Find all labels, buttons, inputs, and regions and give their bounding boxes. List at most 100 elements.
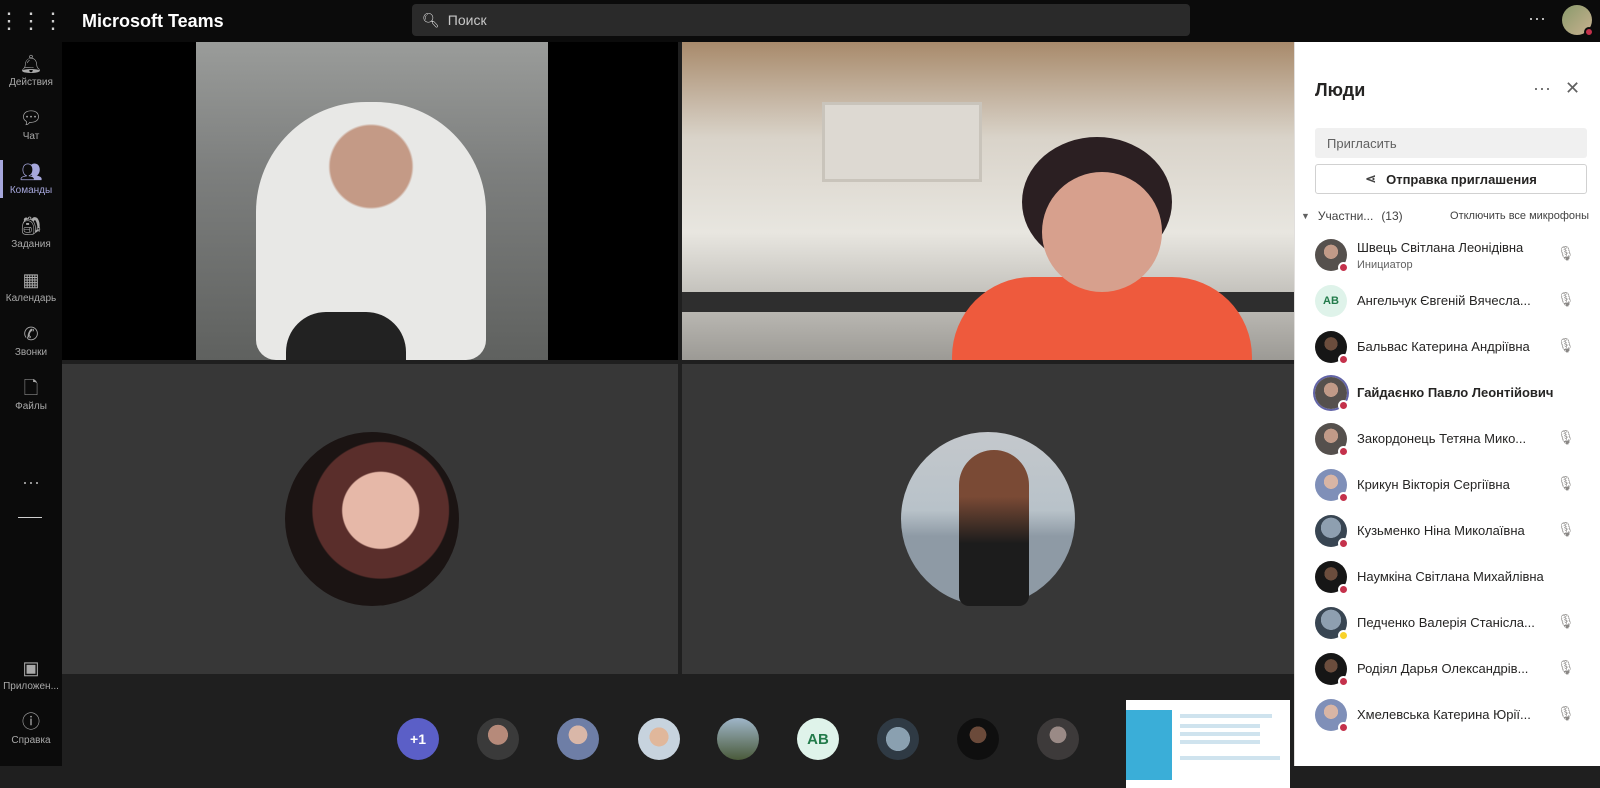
invite-input[interactable]: Пригласить <box>1315 128 1587 158</box>
participant-row[interactable]: Кузьменко Ніна Миколаївна 🎙︎ <box>1295 508 1600 554</box>
mic-off-icon[interactable]: 🎙︎ <box>1557 613 1575 630</box>
participant-tile[interactable] <box>62 364 678 674</box>
slide-text-line <box>1180 724 1260 728</box>
chat-icon: 💬︎ <box>19 108 43 128</box>
mic-off-icon[interactable]: 🎙︎ <box>1557 475 1575 492</box>
presence-busy-icon <box>1338 262 1349 273</box>
rail-item-apps[interactable]: ▣ Приложен... <box>0 648 62 702</box>
participant-name: Швець Світлана Леонідівна <box>1357 240 1524 255</box>
participant-chip[interactable] <box>957 718 999 760</box>
app-title: Microsoft Teams <box>82 10 224 31</box>
rail-item-calls[interactable]: ✆ Звонки <box>0 314 62 368</box>
rail-item-label: Звонки <box>14 347 48 358</box>
participant-row[interactable]: Родіял Дарья Олександрів... 🎙︎ <box>1295 646 1600 692</box>
help-icon: ⓘ <box>22 712 40 732</box>
search-input[interactable]: 🔍︎ Поиск <box>412 4 1190 36</box>
avatar <box>1315 515 1349 549</box>
participant-row[interactable]: AB Ангельчук Євгеній Вячесла... 🎙︎ <box>1295 278 1600 324</box>
presence-busy-icon <box>1338 446 1349 457</box>
close-icon[interactable]: ✕ <box>1565 78 1580 99</box>
participant-name: Ангельчук Євгеній Вячесла... <box>1357 293 1531 308</box>
participant-name: Бальвас Катерина Андріївна <box>1357 339 1530 354</box>
rail-item-label: Справка <box>11 735 51 746</box>
video-tile[interactable] <box>62 42 678 360</box>
presence-busy-icon <box>1338 538 1349 549</box>
participant-list: Швець Світлана Леонідівна Инициатор 🎙︎ A… <box>1295 232 1600 738</box>
avatar <box>1315 561 1349 595</box>
video-feed <box>196 42 548 360</box>
participant-row[interactable]: Бальвас Катерина Андріївна 🎙︎ <box>1295 324 1600 370</box>
participant-chip[interactable] <box>557 718 599 760</box>
shared-content-thumbnail[interactable] <box>1126 700 1290 788</box>
slide-text-line <box>1180 740 1260 744</box>
chevron-down-icon: ▼ <box>1301 211 1310 221</box>
more-options-icon[interactable]: ··· <box>1533 78 1551 99</box>
send-invite-button[interactable]: ⋖ Отправка приглашения <box>1315 164 1587 194</box>
participant-row[interactable]: Гайдаєнко Павло Леонтійович <box>1295 370 1600 416</box>
participant-chip[interactable] <box>477 718 519 760</box>
rail-item-help[interactable]: ⓘ Справка <box>0 702 62 756</box>
assignments-icon: 🎒︎ <box>19 216 43 236</box>
app-launcher-icon[interactable]: ⋮⋮⋮ <box>0 0 64 42</box>
participant-name: Закордонець Тетяна Мико... <box>1357 431 1527 446</box>
avatar <box>1315 469 1349 503</box>
rail-item-label: Задания <box>11 239 51 250</box>
rail-item-label: Команды <box>9 185 53 196</box>
rail-divider <box>18 517 42 518</box>
avatar <box>1315 331 1349 365</box>
participant-row[interactable]: Крикун Вікторія Сергіївна 🎙︎ <box>1295 462 1600 508</box>
presence-away-icon <box>1338 630 1349 641</box>
rail-item-label: Приложен... <box>3 681 59 692</box>
rail-item-activity[interactable]: 🔔︎ Действия <box>0 44 62 98</box>
participant-chip[interactable] <box>638 718 680 760</box>
rail-item-teams[interactable]: 👥︎ Команды <box>0 152 62 206</box>
mic-off-icon[interactable]: 🎙︎ <box>1557 245 1575 262</box>
mic-off-icon[interactable]: 🎙︎ <box>1557 705 1575 722</box>
mic-off-icon[interactable]: 🎙︎ <box>1557 659 1575 676</box>
profile-avatar[interactable] <box>1562 5 1594 37</box>
participant-role: Инициатор <box>1357 259 1413 271</box>
presence-busy-icon <box>1338 354 1349 365</box>
presence-busy-icon <box>1338 676 1349 687</box>
presence-busy-icon <box>1584 27 1594 37</box>
mic-off-icon[interactable]: 🎙︎ <box>1557 521 1575 538</box>
meeting-stage: +1 AB <box>62 42 1294 788</box>
phone-icon: ✆ <box>23 324 39 344</box>
participant-name: Хмелевська Катерина Юрії... <box>1357 707 1531 722</box>
participant-row[interactable]: Хмелевська Катерина Юрії... 🎙︎ <box>1295 692 1600 738</box>
participant-name: Гайдаєнко Павло Леонтійович <box>1357 385 1554 400</box>
participant-row[interactable]: Педченко Валерія Станісла... 🎙︎ <box>1295 600 1600 646</box>
participants-section-header[interactable]: ▼ Участни... (13) Отключить все микрофон… <box>1301 206 1597 226</box>
mic-off-icon[interactable]: 🎙︎ <box>1557 337 1575 354</box>
slide-text-line <box>1180 714 1272 718</box>
participant-chip[interactable] <box>877 718 919 760</box>
rail-item-files[interactable]: 🗋 Файлы <box>0 368 62 422</box>
rail-item-chat[interactable]: 💬︎ Чат <box>0 98 62 152</box>
avatar <box>1315 377 1349 411</box>
overflow-participants-button[interactable]: +1 <box>397 718 439 760</box>
presence-busy-icon <box>1338 584 1349 595</box>
video-tile[interactable] <box>682 42 1294 360</box>
participant-chip[interactable] <box>1037 718 1079 760</box>
participant-chip[interactable] <box>717 718 759 760</box>
mic-off-icon[interactable]: 🎙︎ <box>1557 429 1575 446</box>
rail-item-label: Чат <box>22 131 40 142</box>
participant-chip[interactable]: AB <box>797 718 839 760</box>
participant-row[interactable]: Закордонець Тетяна Мико... 🎙︎ <box>1295 416 1600 462</box>
slide-text-line <box>1180 732 1260 736</box>
avatar <box>1315 699 1349 733</box>
participant-row[interactable]: Швець Світлана Леонідівна Инициатор 🎙︎ <box>1295 232 1600 278</box>
avatar <box>1315 423 1349 457</box>
mic-off-icon[interactable]: 🎙︎ <box>1557 291 1575 308</box>
participant-tile[interactable] <box>682 364 1294 674</box>
mute-all-button[interactable]: Отключить все микрофоны <box>1450 210 1589 222</box>
participant-row[interactable]: Наумкіна Світлана Михайлівна <box>1295 554 1600 600</box>
participant-avatar <box>285 432 459 606</box>
participant-name: Родіял Дарья Олександрів... <box>1357 661 1529 676</box>
title-bar: ⋮⋮⋮ Microsoft Teams 🔍︎ Поиск ··· <box>0 0 1600 42</box>
participant-strip: +1 AB <box>62 678 1294 788</box>
more-apps-icon[interactable]: ··· <box>0 472 62 493</box>
more-options-icon[interactable]: ··· <box>1528 8 1546 29</box>
rail-item-calendar[interactable]: ▦ Календарь <box>0 260 62 314</box>
rail-item-assignments[interactable]: 🎒︎ Задания <box>0 206 62 260</box>
